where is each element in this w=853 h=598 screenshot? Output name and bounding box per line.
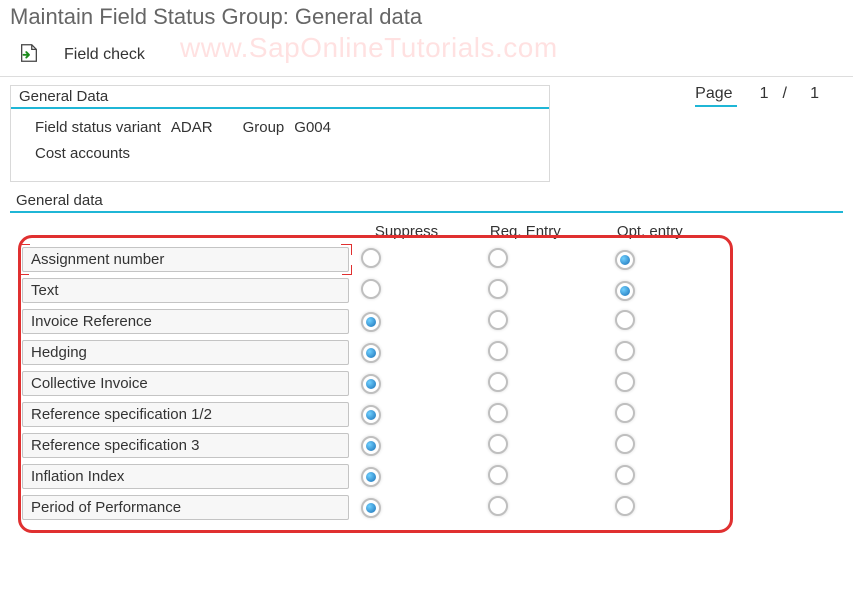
field-label: Period of Performance <box>22 495 349 520</box>
page-total: 1 <box>801 85 819 103</box>
toolbar: Field check www.SapOnlineTutorials.com <box>0 38 853 77</box>
variant-label: Field status variant <box>35 115 161 141</box>
field-label: Assignment number <box>22 247 349 272</box>
field-status-table: Suppress Req. Entry Opt. entry Assignmen… <box>16 219 736 523</box>
page-title: Maintain Field Status Group: General dat… <box>0 0 853 38</box>
table-row: Reference specification 3 <box>16 430 736 461</box>
radio-req[interactable] <box>488 496 508 516</box>
radio-opt[interactable] <box>615 250 635 270</box>
radio-req[interactable] <box>488 372 508 392</box>
radio-opt[interactable] <box>615 341 635 361</box>
radio-opt[interactable] <box>615 372 635 392</box>
radio-suppress[interactable] <box>361 279 381 299</box>
table-row: Text <box>16 275 736 306</box>
variant-value: ADAR <box>171 115 213 141</box>
radio-req[interactable] <box>488 310 508 330</box>
radio-req[interactable] <box>488 465 508 485</box>
table-row: Collective Invoice <box>16 368 736 399</box>
radio-req[interactable] <box>488 279 508 299</box>
radio-opt[interactable] <box>615 403 635 423</box>
general-data-panel: General Data Field status variant ADAR G… <box>10 85 550 182</box>
table-row: Inflation Index <box>16 461 736 492</box>
group-value: G004 <box>294 115 331 141</box>
radio-suppress[interactable] <box>361 374 381 394</box>
page-current: 1 <box>751 85 769 103</box>
field-label: Text <box>22 278 349 303</box>
radio-suppress[interactable] <box>361 312 381 332</box>
table-row: Assignment number <box>16 244 736 275</box>
col-req-entry: Req. Entry <box>482 219 609 244</box>
grid-header: General data <box>10 190 843 213</box>
group-label: Group <box>243 115 285 141</box>
table-row: Period of Performance <box>16 492 736 523</box>
field-label: Hedging <box>22 340 349 365</box>
execute-icon[interactable] <box>18 42 40 68</box>
radio-suppress[interactable] <box>361 405 381 425</box>
col-opt-entry: Opt. entry <box>609 219 736 244</box>
radio-req[interactable] <box>488 403 508 423</box>
radio-opt[interactable] <box>615 465 635 485</box>
radio-req[interactable] <box>488 434 508 454</box>
radio-req[interactable] <box>488 248 508 268</box>
table-row: Invoice Reference <box>16 306 736 337</box>
table-row: Reference specification 1/2 <box>16 399 736 430</box>
field-check-button[interactable]: Field check <box>64 46 145 64</box>
field-label: Reference specification 3 <box>22 433 349 458</box>
radio-opt[interactable] <box>615 434 635 454</box>
radio-opt[interactable] <box>615 310 635 330</box>
radio-suppress[interactable] <box>361 436 381 456</box>
col-suppress: Suppress <box>355 219 482 244</box>
page-label: Page <box>695 85 736 107</box>
group-description: Cost accounts <box>35 141 535 167</box>
table-row: Hedging <box>16 337 736 368</box>
field-label: Reference specification 1/2 <box>22 402 349 427</box>
radio-opt[interactable] <box>615 496 635 516</box>
radio-suppress[interactable] <box>361 248 381 268</box>
page-indicator: Page 1 / 1 <box>695 85 819 107</box>
radio-opt[interactable] <box>615 281 635 301</box>
field-label: Collective Invoice <box>22 371 349 396</box>
general-data-grid-section: General data Suppress Req. Entry Opt. en… <box>10 190 843 543</box>
radio-req[interactable] <box>488 341 508 361</box>
radio-suppress[interactable] <box>361 467 381 487</box>
radio-suppress[interactable] <box>361 343 381 363</box>
field-label: Invoice Reference <box>22 309 349 334</box>
field-label: Inflation Index <box>22 464 349 489</box>
panel-header: General Data <box>11 86 549 109</box>
radio-suppress[interactable] <box>361 498 381 518</box>
page-sep: / <box>783 85 787 103</box>
